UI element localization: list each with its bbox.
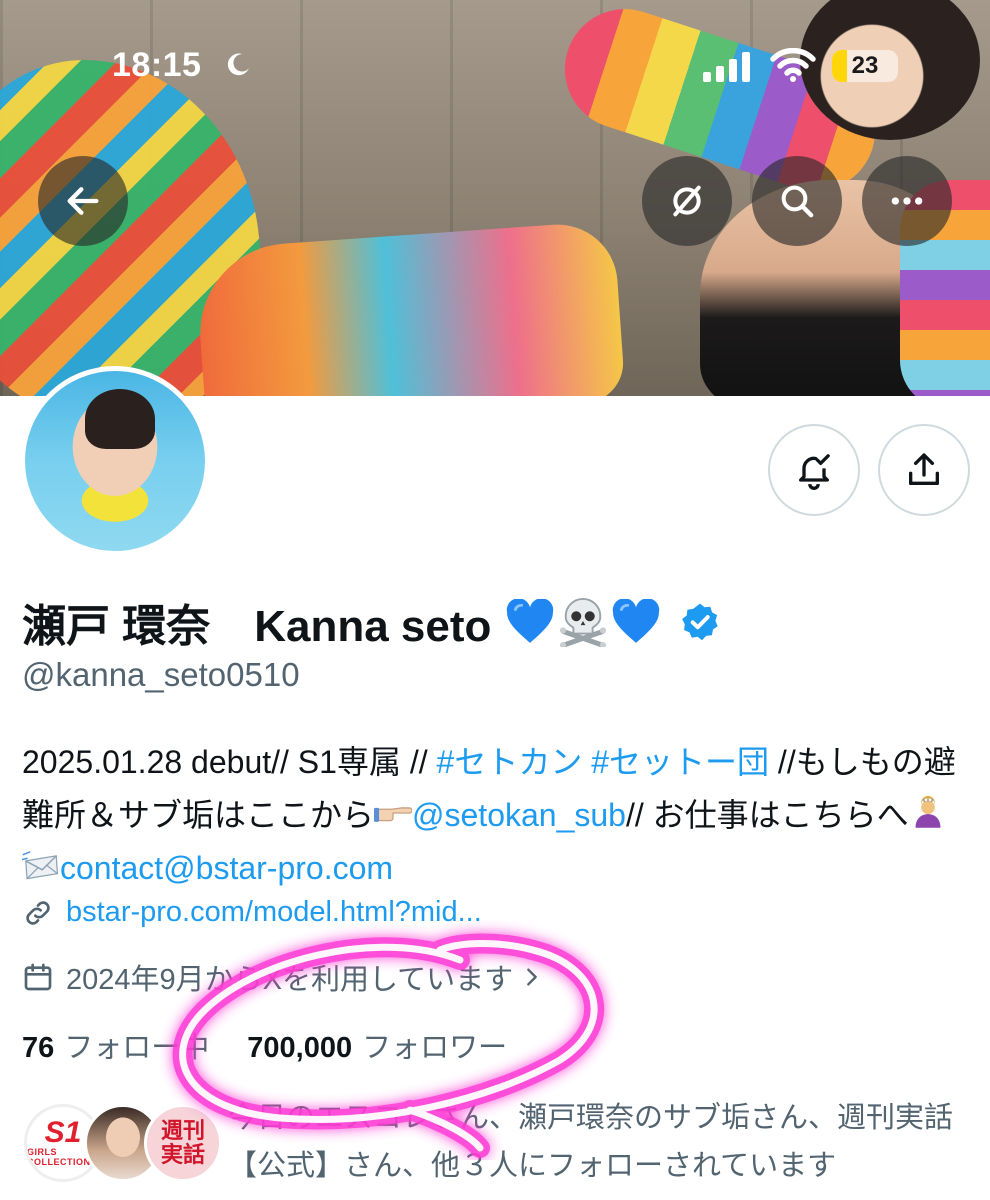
share-icon [909, 453, 939, 485]
bio-text: 2025.01.28 debut// S1専属 // [22, 744, 437, 780]
hashtag-link[interactable]: #セトカン [437, 744, 583, 780]
followers-link[interactable]: 700,000 フォロワー [247, 1024, 507, 1066]
blue-heart-icon [613, 599, 660, 643]
mention-link[interactable]: @setokan_sub [412, 797, 626, 833]
name-emojis [505, 597, 661, 647]
avatar-logo-text: S1 [44, 1116, 82, 1149]
more-button[interactable] [862, 156, 952, 246]
more-dots-icon [891, 197, 923, 205]
moon-icon [227, 53, 249, 76]
wifi-icon [770, 48, 816, 82]
website-link[interactable]: bstar-pro.com/model.html?mid... [66, 896, 482, 929]
avatar: 週刊 実話 [144, 1104, 222, 1182]
following-label: フォロー中 [64, 1032, 210, 1064]
search-icon [781, 185, 814, 218]
handle: @kanna_seto0510 [22, 656, 300, 693]
display-name-text: 瀬戸 環奈 Kanna seto [22, 602, 492, 651]
share-button[interactable] [878, 424, 970, 516]
person-bowing-icon [915, 796, 941, 828]
followed-by-text[interactable]: 今日のエスコレさん、瀬戸環奈のサブ垢さん、週刊実話【公式】さん、他３人にフォロー… [228, 1094, 968, 1190]
pointing-hand-icon [374, 807, 413, 822]
arrow-left-icon [67, 187, 99, 215]
profile-avatar[interactable] [20, 366, 210, 556]
followers-label: フォロワー [362, 1032, 508, 1064]
follow-stats: 76 フォロー中 700,000 フォロワー [22, 1024, 507, 1066]
calendar-icon [24, 963, 52, 991]
back-button[interactable] [38, 156, 128, 246]
bio-text [582, 744, 591, 780]
chevron-right-icon [527, 968, 537, 986]
verified-badge-icon[interactable] [679, 601, 721, 643]
avatar-logo-text: 実話 [160, 1142, 205, 1167]
cellular-signal-icon [703, 52, 750, 82]
following-link[interactable]: 76 フォロー中 [22, 1024, 209, 1066]
joined-text: 2024年9月からXを利用しています [66, 964, 514, 996]
email-link[interactable]: contact@bstar-pro.com [60, 850, 393, 886]
grok-icon [673, 185, 701, 217]
skull-and-crossbones-icon [560, 597, 607, 647]
battery-indicator: 23 [832, 50, 898, 82]
avatar-logo-text: 週刊 [160, 1118, 205, 1143]
link-icon [26, 900, 50, 925]
followed-by-avatars[interactable]: S1 GIRLS COLLECTION 週刊 実話 [24, 1104, 222, 1184]
website-row[interactable]: bstar-pro.com/model.html?mid... [22, 896, 482, 929]
hashtag-link[interactable]: #セットー団 [591, 744, 769, 780]
bell-check-icon [799, 454, 830, 490]
following-count: 76 [22, 1032, 55, 1064]
display-name: 瀬戸 環奈 Kanna seto [22, 590, 721, 654]
battery-percentage: 23 [851, 52, 879, 79]
blue-heart-icon [507, 599, 554, 643]
bio-text: // お仕事はこちらへ [625, 797, 909, 833]
joined-row[interactable]: 2024年9月からXを利用しています [22, 956, 555, 998]
bio: 2025.01.28 debut// S1専属 // #セトカン #セットー団 … [22, 736, 972, 895]
grok-button[interactable] [642, 156, 732, 246]
notifications-button[interactable] [768, 424, 860, 516]
followers-count: 700,000 [247, 1032, 353, 1064]
search-button[interactable] [752, 156, 842, 246]
incoming-envelope-icon [22, 851, 59, 880]
status-time: 18:15 [112, 46, 202, 84]
